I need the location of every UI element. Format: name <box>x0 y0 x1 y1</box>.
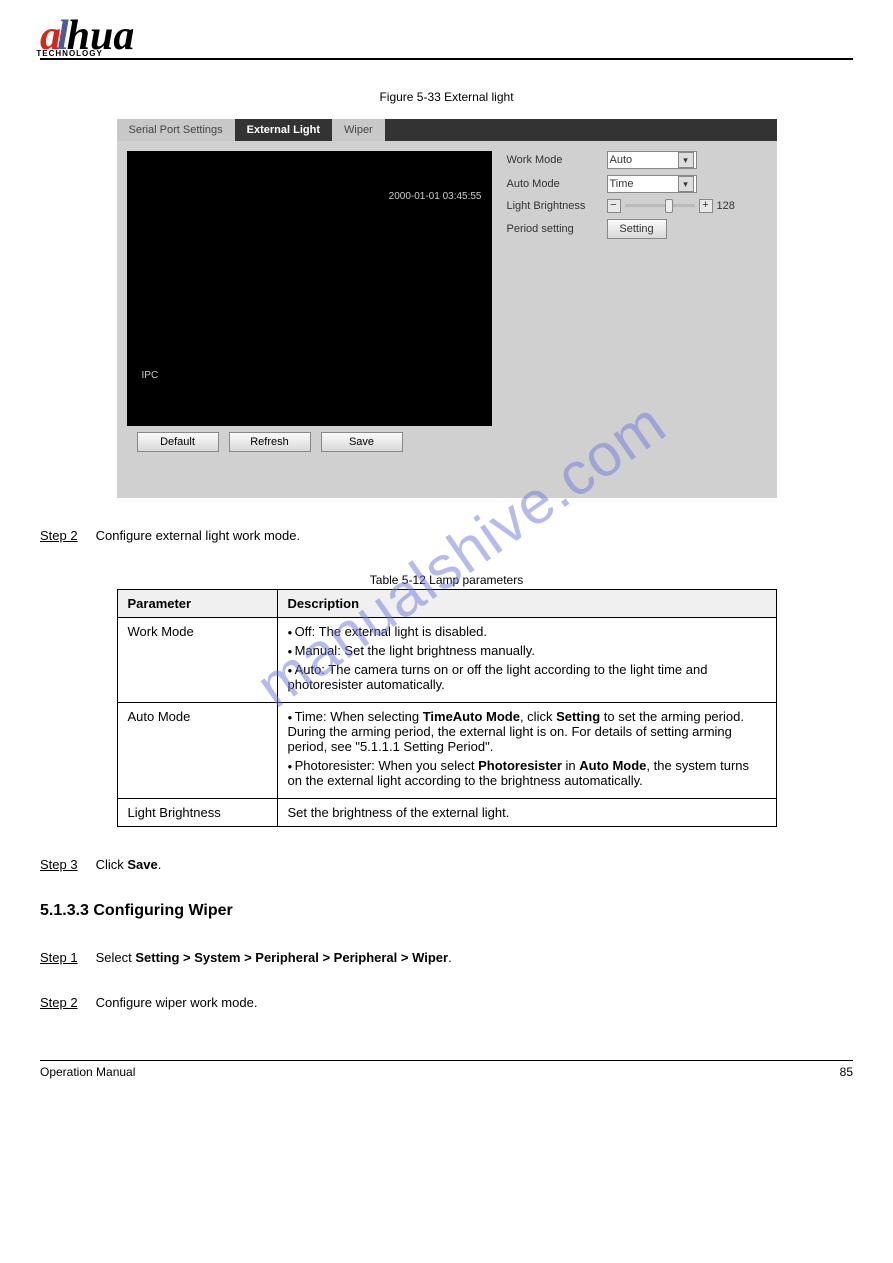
default-button[interactable]: Default <box>137 432 219 452</box>
bullet: Auto: The camera turns on or off the lig… <box>288 662 766 692</box>
step-1b-text: Select Setting > System > Peripheral > P… <box>96 950 452 965</box>
step-2b-label: Step 2 <box>40 995 78 1010</box>
table-caption: Table 5-12 Lamp parameters <box>40 573 853 587</box>
tab-bar: Serial Port Settings External Light Wipe… <box>117 119 777 141</box>
auto-mode-label: Auto Mode <box>507 178 597 190</box>
footer-left: Operation Manual <box>40 1065 135 1079</box>
footer-right: 85 <box>840 1065 853 1079</box>
brightness-plus-button[interactable]: + <box>699 199 713 213</box>
brightness-thumb[interactable] <box>665 199 673 213</box>
controls-column: Work Mode Auto Auto Mode Time Light Brig… <box>507 151 735 458</box>
video-timestamp: 2000-01-01 03:45:55 <box>389 191 482 202</box>
tab-serial-port[interactable]: Serial Port Settings <box>117 119 235 141</box>
table-row: Auto Mode Time: When selecting TimeAuto … <box>117 702 776 798</box>
period-label: Period setting <box>507 223 597 235</box>
step-2b-text: Configure wiper work mode. <box>96 995 258 1010</box>
th-parameter: Parameter <box>117 589 277 617</box>
work-mode-label: Work Mode <box>507 154 597 166</box>
header-rule <box>40 58 853 60</box>
tab-wiper[interactable]: Wiper <box>332 119 385 141</box>
th-description: Description <box>277 589 776 617</box>
step-2-text: Configure external light work mode. <box>96 528 301 543</box>
row-work-mode: Work Mode Auto <box>507 151 735 169</box>
button-row: Default Refresh Save <box>127 426 492 458</box>
row-auto-mode: Auto Mode Time <box>507 175 735 193</box>
brightness-slider: − + 128 <box>607 199 735 213</box>
screenshot-panel: Serial Port Settings External Light Wipe… <box>117 119 777 498</box>
period-setting-button[interactable]: Setting <box>607 219 667 239</box>
step-1b-label: Step 1 <box>40 950 78 965</box>
step-2-line: Step 2 Configure external light work mod… <box>40 528 853 543</box>
auto-mode-select[interactable]: Time <box>607 175 697 193</box>
step-3-label: Step 3 <box>40 857 78 872</box>
table-row: Light Brightness Set the brightness of t… <box>117 798 776 826</box>
cell-work-mode-desc: Off: The external light is disabled. Man… <box>277 617 776 702</box>
bullet: Manual: Set the light brightness manuall… <box>288 643 766 658</box>
cell-brightness-desc: Set the brightness of the external light… <box>277 798 776 826</box>
bullet: Time: When selecting TimeAuto Mode, clic… <box>288 709 766 754</box>
brightness-value: 128 <box>717 200 735 212</box>
params-table: Parameter Description Work Mode Off: The… <box>117 589 777 827</box>
section-heading: 5.1.3.3 Configuring Wiper <box>40 902 853 920</box>
figure-caption-top: Figure 5-33 External light <box>40 90 853 104</box>
refresh-button[interactable]: Refresh <box>229 432 311 452</box>
step-3-text: Click Save. <box>96 857 162 872</box>
tab-spacer <box>385 119 777 141</box>
bullet: Photoresister: When you select Photoresi… <box>288 758 766 788</box>
row-period: Period setting Setting <box>507 219 735 239</box>
brightness-label: Light Brightness <box>507 200 597 212</box>
cell-auto-mode: Auto Mode <box>117 702 277 798</box>
cell-brightness: Light Brightness <box>117 798 277 826</box>
step-3-line: Step 3 Click Save. <box>40 857 853 872</box>
save-button[interactable]: Save <box>321 432 403 452</box>
table-row: Work Mode Off: The external light is dis… <box>117 617 776 702</box>
cell-work-mode: Work Mode <box>117 617 277 702</box>
step-2-label: Step 2 <box>40 528 78 543</box>
bullet: Off: The external light is disabled. <box>288 624 766 639</box>
tab-external-light[interactable]: External Light <box>235 119 332 141</box>
table-header-row: Parameter Description <box>117 589 776 617</box>
video-label: IPC <box>142 370 159 381</box>
row-brightness: Light Brightness − + 128 <box>507 199 735 213</box>
video-preview: 2000-01-01 03:45:55 IPC <box>127 151 492 426</box>
screenshot-body: 2000-01-01 03:45:55 IPC Default Refresh … <box>117 141 777 498</box>
step-2b-line: Step 2 Configure wiper work mode. <box>40 995 853 1010</box>
brightness-minus-button[interactable]: − <box>607 199 621 213</box>
brand-logo: a l hua TECHNOLOGY <box>40 20 853 54</box>
step-1b-line: Step 1 Select Setting > System > Periphe… <box>40 950 853 965</box>
footer-rule <box>40 1060 853 1061</box>
page-footer: Operation Manual 85 <box>40 1065 853 1079</box>
work-mode-select[interactable]: Auto <box>607 151 697 169</box>
cell-auto-mode-desc: Time: When selecting TimeAuto Mode, clic… <box>277 702 776 798</box>
brightness-track[interactable] <box>625 204 695 207</box>
logo-tech: TECHNOLOGY <box>36 49 102 58</box>
